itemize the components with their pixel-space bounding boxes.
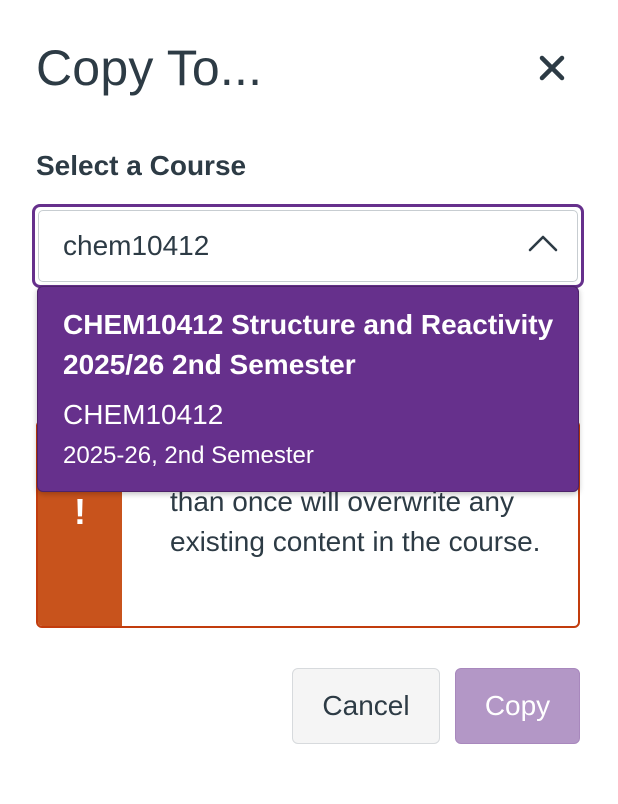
copy-to-dialog: Copy To... Select a Course chem10412 ! t… (0, 0, 618, 804)
select-course-label: Select a Course (36, 150, 247, 181)
alert-message: than once will overwrite any existing co… (170, 486, 541, 557)
close-icon (539, 55, 565, 81)
course-select-focus-ring: chem10412 (32, 204, 584, 288)
course-search-input[interactable]: chem10412 (38, 210, 578, 282)
cancel-button[interactable]: Cancel (292, 668, 440, 744)
warning-icon: ! (74, 491, 86, 532)
copy-button[interactable]: Copy (455, 668, 580, 744)
close-button[interactable] (532, 48, 572, 88)
course-option-list: CHEM10412 Structure and Reactivity 2025/… (37, 286, 579, 492)
course-option-term: 2025-26, 2nd Semester (63, 442, 314, 469)
dialog-title: Copy To... (36, 40, 263, 96)
chevron-up-icon[interactable] (527, 229, 559, 257)
course-option-name: CHEM10412 Structure and Reactivity 2025/… (63, 309, 554, 380)
course-option-code: CHEM10412 (63, 399, 224, 430)
